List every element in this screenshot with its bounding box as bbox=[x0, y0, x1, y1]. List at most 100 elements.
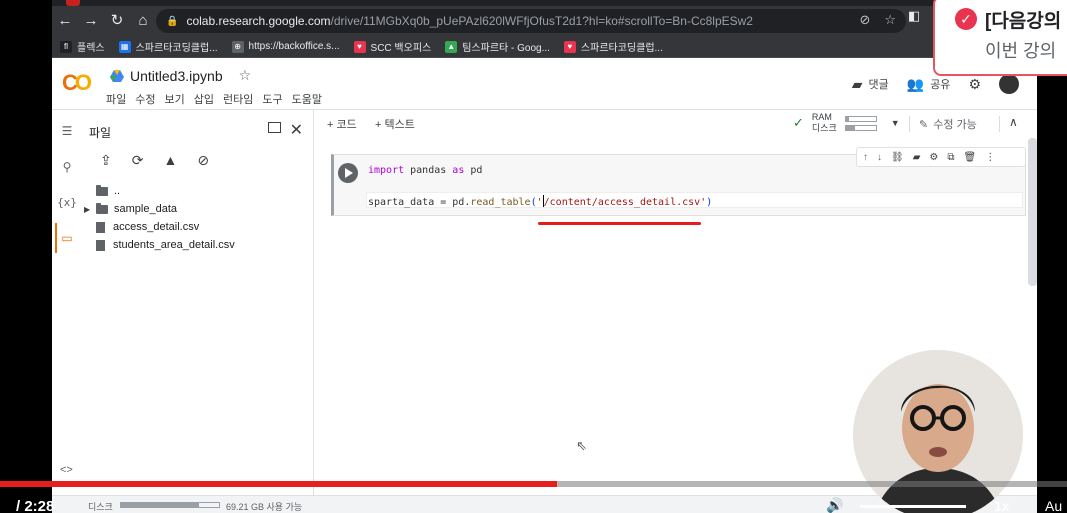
check-circle-icon: ✓ bbox=[955, 8, 977, 30]
hide-icon[interactable]: ⊘ bbox=[197, 152, 209, 169]
ram-label: RAM bbox=[811, 112, 832, 122]
mirror-cell-icon[interactable]: ⧉ bbox=[947, 152, 954, 163]
close-icon[interactable]: ✕ bbox=[290, 120, 303, 140]
menu-item[interactable]: 런타임 bbox=[223, 91, 253, 107]
reload-icon[interactable]: ↻ bbox=[104, 8, 130, 34]
file-icon bbox=[96, 221, 105, 233]
star-icon[interactable]: ☆ bbox=[239, 67, 252, 84]
colab-logo[interactable]: CO bbox=[62, 70, 92, 96]
bookmark-item[interactable]: ♥ 스파르타코딩클럽... bbox=[563, 39, 663, 54]
resources-indicator[interactable]: ✓ RAM 디스크 ▼ bbox=[793, 112, 900, 134]
bookmark-item[interactable]: ♥ SCC 백오피스 bbox=[353, 39, 432, 54]
volume-slider[interactable] bbox=[860, 505, 966, 508]
file-item[interactable]: students_area_detail.csv bbox=[96, 236, 235, 254]
scrollbar[interactable] bbox=[1028, 138, 1037, 286]
code-token: import bbox=[368, 165, 405, 176]
presenter-image bbox=[853, 350, 1023, 513]
code-line-1[interactable]: import pandas as pd bbox=[368, 165, 482, 176]
edit-mode-button[interactable]: ✎ 수정 가능 bbox=[919, 116, 977, 132]
bookmark-favicon-icon: ▦ bbox=[118, 40, 131, 53]
folder-icon bbox=[96, 202, 108, 214]
annotation-underline bbox=[538, 222, 701, 225]
code-token: pd bbox=[464, 165, 483, 176]
menu-item[interactable]: 삽입 bbox=[194, 91, 214, 107]
people-icon: 👥 bbox=[906, 75, 925, 92]
code-line-2[interactable]: sparta_data = pd.read_table('/content/ac… bbox=[368, 195, 712, 208]
refresh-folder-icon[interactable]: ⟳ bbox=[132, 152, 144, 169]
bookmark-label: SCC 백오피스 bbox=[370, 43, 432, 54]
video-progress-bar[interactable] bbox=[0, 481, 1067, 487]
sidebar-icon[interactable]: ◧ bbox=[908, 8, 920, 24]
variables-icon[interactable]: {x} bbox=[52, 196, 82, 209]
upload-icon[interactable]: ⇪ bbox=[100, 152, 112, 169]
menu-item[interactable]: 보기 bbox=[165, 91, 185, 107]
bookmark-item[interactable]: ▦ 스파르타코딩클럽... bbox=[118, 39, 218, 54]
settings-gear-icon[interactable]: ⚙ bbox=[968, 76, 981, 93]
bookmark-label: https://backoffice.s... bbox=[248, 41, 340, 52]
bookmark-label: 팀스파르타 - Goog... bbox=[462, 43, 550, 54]
share-button[interactable]: 👥 공유 bbox=[907, 76, 951, 93]
bookmark-label: 플렉스 bbox=[77, 43, 105, 54]
code-cell[interactable]: import pandas as pd sparta_data = pd.rea… bbox=[331, 147, 1026, 216]
chevron-up-icon[interactable]: ∧ bbox=[1009, 115, 1018, 129]
video-controls: / 2:28 🔊 1x Au bbox=[0, 496, 1067, 513]
settings-gear-icon[interactable]: ⚙ bbox=[929, 152, 938, 163]
mount-drive-icon[interactable]: ▲ bbox=[163, 152, 177, 169]
bookmark-item[interactable]: ▲ 팀스파르타 - Goog... bbox=[445, 39, 550, 54]
video-time: / 2:28 bbox=[16, 498, 55, 513]
notebook-title[interactable]: Untitled3.ipynb bbox=[130, 68, 223, 84]
browser-toolbar: ← → ↻ ⌂ 🔒 colab.research.google.com /dri… bbox=[52, 6, 1037, 36]
eye-off-icon[interactable]: ⊘ bbox=[859, 12, 870, 28]
back-icon[interactable]: ← bbox=[52, 8, 78, 34]
bookmark-label: 스파르타코딩클럽... bbox=[135, 43, 218, 54]
bookmark-favicon-icon: fl bbox=[60, 40, 72, 53]
pencil-icon: ✎ bbox=[919, 118, 929, 131]
autoplay-label[interactable]: Au bbox=[1045, 498, 1062, 513]
menu-item[interactable]: 도움말 bbox=[292, 91, 322, 107]
menu-item[interactable]: 도구 bbox=[262, 91, 282, 107]
toc-icon[interactable]: ☰ bbox=[52, 124, 82, 138]
video-frame-right bbox=[1037, 0, 1067, 513]
bookmarks-bar: fl 플렉스 ▦ 스파르타코딩클럽... ⊕ https://backoffice.s..… bbox=[52, 36, 1037, 58]
disk-bar bbox=[844, 124, 877, 131]
file-item[interactable]: access_detail.csv bbox=[96, 218, 199, 236]
bookmark-label: 스파르타코딩클럽... bbox=[580, 43, 663, 54]
bookmark-item[interactable]: ⊕ https://backoffice.s... bbox=[231, 40, 340, 53]
run-cell-button[interactable] bbox=[338, 163, 358, 183]
more-vert-icon[interactable]: ⋮ bbox=[985, 152, 995, 163]
volume-icon[interactable]: 🔊 bbox=[826, 497, 843, 513]
playback-speed-button[interactable]: 1x bbox=[994, 498, 1010, 513]
user-avatar[interactable] bbox=[999, 74, 1019, 94]
files-panel-title: 파일 bbox=[89, 126, 112, 140]
video-frame-left bbox=[0, 0, 52, 513]
menu-item[interactable]: 수정 bbox=[135, 91, 155, 107]
comment-button[interactable]: ▰ 댓글 bbox=[852, 76, 889, 93]
add-text-button[interactable]: + 텍스트 bbox=[375, 116, 415, 132]
comment-icon[interactable]: ▰ bbox=[913, 152, 921, 163]
video-progress-played bbox=[0, 481, 557, 487]
bookmark-item[interactable]: fl 플렉스 bbox=[60, 39, 105, 54]
chevron-down-icon[interactable]: ▼ bbox=[891, 118, 900, 128]
add-code-button[interactable]: + 코드 bbox=[327, 116, 357, 132]
move-down-icon[interactable]: ↓ bbox=[877, 152, 882, 163]
delete-icon[interactable]: 🗑 bbox=[964, 152, 977, 163]
search-icon[interactable]: ⚲ bbox=[52, 160, 82, 174]
address-bar[interactable]: 🔒 colab.research.google.com /drive/11MGb… bbox=[156, 9, 906, 33]
divider bbox=[909, 116, 910, 132]
bookmark-star-icon[interactable]: ☆ bbox=[884, 12, 896, 28]
next-lecture-popup[interactable]: ✓ [다음강의 이번 강의 bbox=[933, 0, 1067, 76]
folder-item[interactable]: .. bbox=[96, 182, 120, 200]
code-token: sparta_data = pd. bbox=[368, 197, 471, 208]
forward-icon[interactable]: → bbox=[78, 8, 104, 34]
folder-item[interactable]: ▶ sample_data bbox=[84, 200, 177, 218]
lock-icon[interactable]: 🔒 bbox=[166, 16, 178, 27]
disk-bar-fill bbox=[845, 125, 855, 130]
menu-item[interactable]: 파일 bbox=[106, 91, 126, 107]
code-snippets-icon[interactable]: <> bbox=[60, 464, 73, 476]
home-icon[interactable]: ⌂ bbox=[130, 8, 156, 34]
link-icon[interactable]: ⛓ bbox=[891, 152, 904, 163]
expand-caret-icon[interactable]: ▶ bbox=[84, 205, 96, 214]
file-name: sample_data bbox=[114, 203, 177, 215]
move-up-icon[interactable]: ↑ bbox=[863, 152, 868, 163]
open-in-tab-icon[interactable] bbox=[268, 122, 281, 133]
